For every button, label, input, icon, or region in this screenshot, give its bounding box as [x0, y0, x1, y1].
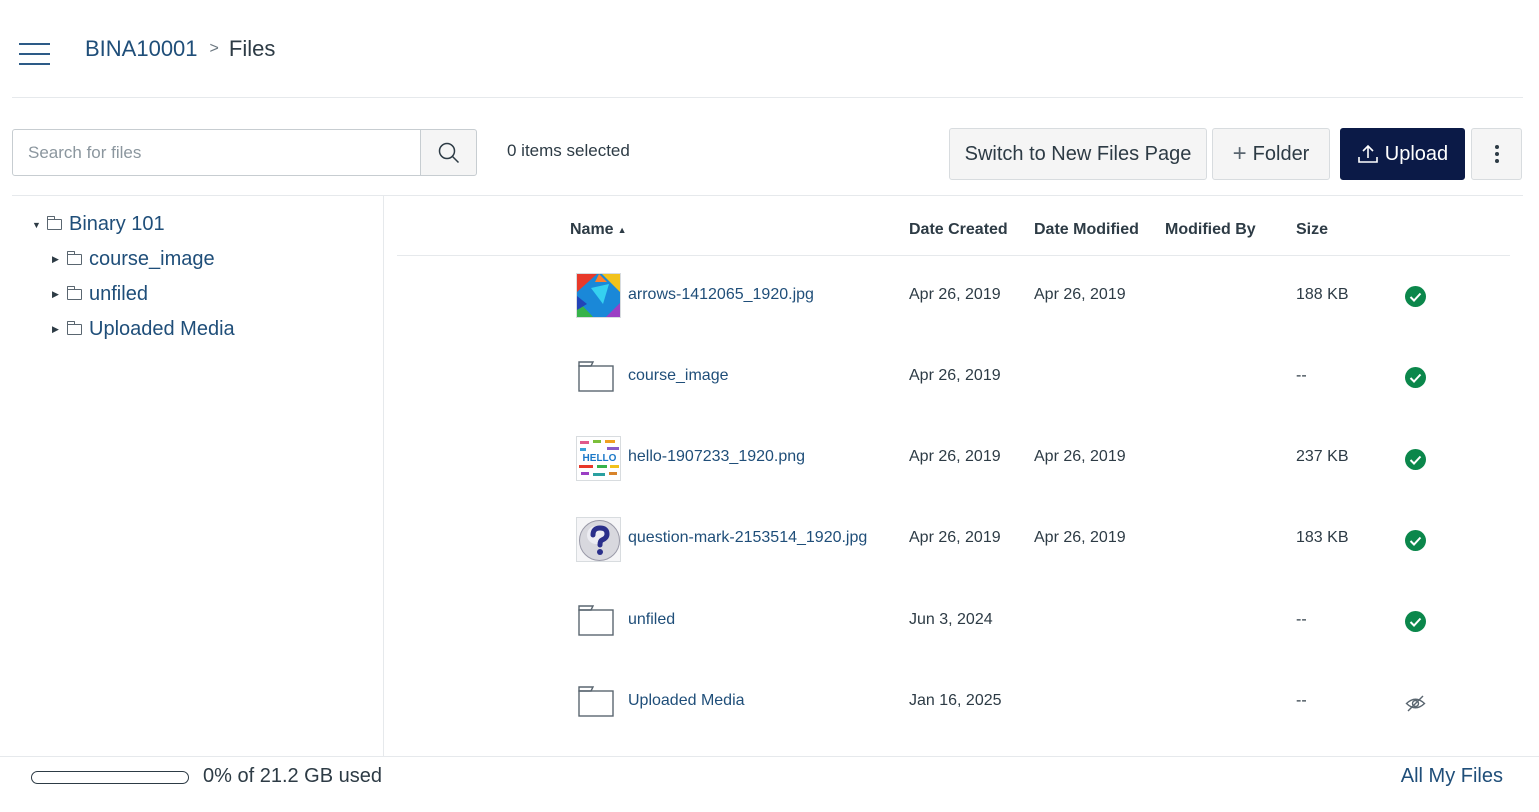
- caret-down-icon[interactable]: ▼: [32, 220, 41, 230]
- column-header-modified-by[interactable]: Modified By: [1165, 221, 1256, 239]
- breadcrumb-course-link[interactable]: BINA10001: [85, 36, 198, 62]
- size-cell: --: [1296, 692, 1307, 709]
- storage-quota-text: 0% of 21.2 GB used: [203, 765, 383, 787]
- sort-ascending-icon: ▲: [617, 224, 627, 235]
- file-name-link[interactable]: course_image: [628, 367, 729, 385]
- caret-right-icon[interactable]: ▶: [52, 324, 60, 335]
- all-my-files-link[interactable]: All My Files: [1401, 765, 1503, 788]
- check-circle-icon[interactable]: [1405, 530, 1426, 551]
- table-row[interactable]: arrows-1412065_1920.jpg Apr 26, 2019 Apr…: [397, 256, 1510, 337]
- date-created-cell: Jan 16, 2025: [909, 692, 1002, 709]
- file-thumbnail: [576, 517, 621, 562]
- tree-item-label: unfiled: [89, 283, 148, 305]
- folder-icon: [47, 216, 62, 230]
- switch-files-page-button[interactable]: Switch to New Files Page: [949, 128, 1207, 180]
- search-button[interactable]: [420, 129, 477, 176]
- caret-right-icon[interactable]: ▶: [52, 289, 60, 300]
- breadcrumb: BINA10001 > Files: [85, 36, 275, 62]
- footer-divider: [0, 756, 1539, 757]
- tree-item-course-image[interactable]: ▶ course_image: [52, 248, 215, 271]
- folder-icon: [67, 321, 82, 335]
- folder-icon: [67, 286, 82, 300]
- file-name-link[interactable]: hello-1907233_1920.png: [628, 448, 805, 466]
- table-row[interactable]: question-mark-2153514_1920.jpg Apr 26, 2…: [397, 499, 1510, 580]
- upload-button[interactable]: Upload: [1340, 128, 1465, 180]
- size-cell: --: [1296, 367, 1307, 384]
- tree-item-label: Binary 101: [69, 213, 165, 235]
- folder-icon: [578, 686, 614, 717]
- plus-icon: +: [1232, 140, 1247, 167]
- toolbar-divider: [12, 195, 1523, 196]
- hamburger-icon[interactable]: [19, 43, 50, 65]
- add-folder-button[interactable]: + Folder: [1212, 128, 1330, 180]
- size-cell: --: [1296, 611, 1307, 628]
- file-thumbnail: HELLO: [576, 436, 621, 481]
- tree-item-label: course_image: [89, 248, 215, 270]
- add-folder-label: Folder: [1252, 142, 1310, 165]
- tree-item-root[interactable]: ▼ Binary 101: [32, 213, 165, 236]
- storage-quota-bar: [31, 771, 189, 784]
- header-divider: [12, 97, 1523, 98]
- date-created-cell: Apr 26, 2019: [909, 286, 1001, 303]
- folder-icon: [578, 361, 614, 392]
- items-selected-count: 0 items selected: [507, 141, 630, 160]
- date-modified-cell: Apr 26, 2019: [1034, 529, 1126, 546]
- eye-slash-icon[interactable]: [1405, 693, 1426, 714]
- date-modified-cell: Apr 26, 2019: [1034, 286, 1126, 303]
- upload-icon: [1357, 144, 1378, 163]
- check-circle-icon[interactable]: [1405, 449, 1426, 470]
- folder-icon: [67, 251, 82, 265]
- table-row[interactable]: course_image Apr 26, 2019 --: [397, 337, 1510, 418]
- folder-icon: [578, 605, 614, 636]
- search-input[interactable]: [12, 129, 421, 176]
- column-header-name[interactable]: Name ▲: [570, 221, 627, 239]
- size-cell: 183 KB: [1296, 529, 1349, 546]
- column-header-size[interactable]: Size: [1296, 221, 1328, 239]
- tree-item-label: Uploaded Media: [89, 318, 235, 340]
- date-modified-cell: Apr 26, 2019: [1034, 448, 1126, 465]
- check-circle-icon[interactable]: [1405, 367, 1426, 388]
- breadcrumb-current: Files: [228, 36, 276, 61]
- check-circle-icon[interactable]: [1405, 286, 1426, 307]
- table-row[interactable]: Uploaded Media Jan 16, 2025 --: [397, 661, 1510, 742]
- breadcrumb-separator: >: [209, 40, 219, 57]
- date-created-cell: Apr 26, 2019: [909, 448, 1001, 465]
- file-thumbnail: [576, 273, 621, 318]
- upload-label: Upload: [1384, 142, 1449, 165]
- size-cell: 188 KB: [1296, 286, 1349, 303]
- column-header-date-created[interactable]: Date Created: [909, 221, 1008, 239]
- tree-item-unfiled[interactable]: ▶ unfiled: [52, 283, 148, 306]
- tree-divider: [383, 196, 384, 756]
- thumbnail-text: HELLO: [583, 453, 617, 464]
- tree-item-uploaded-media[interactable]: ▶ Uploaded Media: [52, 318, 235, 341]
- search-icon: [438, 142, 459, 163]
- file-name-link[interactable]: Uploaded Media: [628, 692, 745, 710]
- date-created-cell: Apr 26, 2019: [909, 529, 1001, 546]
- table-row[interactable]: HELLO hello-1907233_1920.png Apr 26, 201…: [397, 418, 1510, 499]
- date-created-cell: Apr 26, 2019: [909, 367, 1001, 384]
- file-name-link[interactable]: question-mark-2153514_1920.jpg: [628, 529, 867, 547]
- table-row[interactable]: unfiled Jun 3, 2024 --: [397, 580, 1510, 661]
- column-header-date-modified[interactable]: Date Modified: [1034, 221, 1139, 239]
- size-cell: 237 KB: [1296, 448, 1349, 465]
- date-created-cell: Jun 3, 2024: [909, 611, 993, 628]
- more-options-button[interactable]: [1471, 128, 1522, 180]
- caret-right-icon[interactable]: ▶: [52, 254, 60, 265]
- file-name-link[interactable]: arrows-1412065_1920.jpg: [628, 286, 814, 304]
- check-circle-icon[interactable]: [1405, 611, 1426, 632]
- kebab-icon: [1494, 145, 1499, 163]
- file-name-link[interactable]: unfiled: [628, 611, 675, 629]
